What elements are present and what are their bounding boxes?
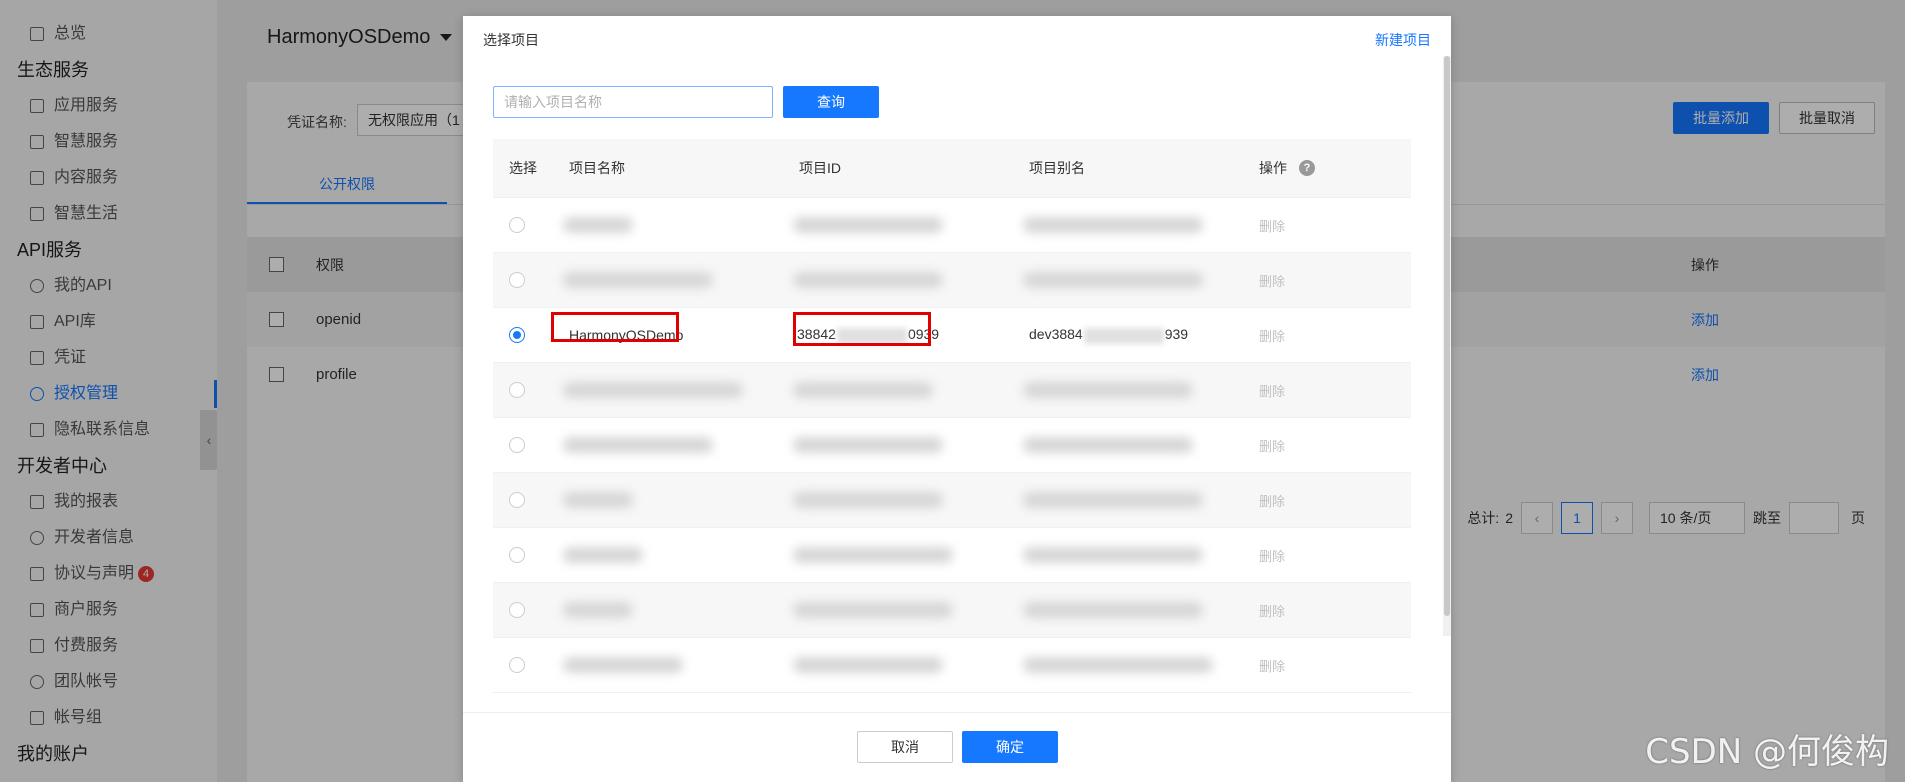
delete-link[interactable]: 删除 <box>1259 326 1285 345</box>
delete-link[interactable]: 删除 <box>1259 656 1285 675</box>
project-alias: dev3884 939 <box>1029 326 1189 344</box>
redacted-project-name <box>563 602 633 618</box>
table-row: 删除 <box>493 583 1411 638</box>
highlight-box-name <box>551 312 679 342</box>
help-icon[interactable]: ? <box>1299 160 1315 176</box>
table-row: 删除 <box>493 418 1411 473</box>
dialog-scrollbar[interactable] <box>1443 56 1451 636</box>
select-project-dialog: 选择项目 新建项目 查询 选择 项目名称 项目ID 项目别名 操作? 删除 删除 <box>463 16 1451 782</box>
dialog-footer: 取消 确定 <box>463 712 1451 782</box>
redacted-project-id <box>793 382 933 398</box>
delete-link[interactable]: 删除 <box>1259 216 1285 235</box>
redacted-project-alias <box>1023 492 1203 508</box>
table-row: 删除 <box>493 198 1411 253</box>
redacted-project-alias <box>1023 382 1193 398</box>
redacted-project-name <box>563 382 743 398</box>
delete-link[interactable]: 删除 <box>1259 436 1285 455</box>
column-project-alias: 项目别名 <box>1029 160 1085 176</box>
redacted-project-name <box>563 217 633 233</box>
redacted-project-alias <box>1023 437 1193 453</box>
dialog-title: 选择项目 <box>483 32 539 48</box>
table-row: 删除 <box>493 638 1411 693</box>
redacted-project-name <box>563 272 713 288</box>
row-radio[interactable] <box>509 657 525 673</box>
delete-link[interactable]: 删除 <box>1259 381 1285 400</box>
redacted-project-alias <box>1023 217 1203 233</box>
table-row: 删除 <box>493 363 1411 418</box>
redacted-project-id <box>793 547 953 563</box>
redacted-project-id <box>793 272 943 288</box>
cancel-button[interactable]: 取消 <box>857 731 953 763</box>
redacted-project-id <box>793 217 943 233</box>
redacted-project-name <box>563 492 633 508</box>
table-header: 选择 项目名称 项目ID 项目别名 操作? <box>493 139 1411 198</box>
redacted-project-id <box>793 657 943 673</box>
redacted-project-alias <box>1023 547 1203 563</box>
watermark: CSDN @何俊构 <box>1645 732 1889 772</box>
redacted-project-id <box>793 602 953 618</box>
redacted-project-id <box>793 492 943 508</box>
row-radio[interactable] <box>509 602 525 618</box>
delete-link[interactable]: 删除 <box>1259 546 1285 565</box>
redacted-alias-segment <box>1083 327 1164 344</box>
redacted-project-name <box>563 437 713 453</box>
row-radio[interactable] <box>509 437 525 453</box>
table-row: 删除 <box>493 528 1411 583</box>
new-project-link[interactable]: 新建项目 <box>1375 30 1431 50</box>
row-radio[interactable] <box>509 382 525 398</box>
redacted-project-id <box>793 437 943 453</box>
row-radio-selected[interactable] <box>509 327 525 343</box>
redacted-project-alias <box>1023 272 1203 288</box>
project-search-input[interactable] <box>493 86 773 118</box>
delete-link[interactable]: 删除 <box>1259 491 1285 510</box>
table-row-selected: HarmonyOSDemo 38842 0939 dev3884 939 删除 <box>493 308 1411 363</box>
redacted-project-name <box>563 657 683 673</box>
project-table: 选择 项目名称 项目ID 项目别名 操作? 删除 删除 HarmonyOSDem… <box>493 139 1411 709</box>
table-row: 删除 <box>493 473 1411 528</box>
delete-link[interactable]: 删除 <box>1259 271 1285 290</box>
row-radio[interactable] <box>509 492 525 508</box>
row-radio[interactable] <box>509 272 525 288</box>
redacted-project-alias <box>1023 657 1213 673</box>
column-project-id: 项目ID <box>799 160 841 176</box>
redacted-project-alias <box>1023 602 1203 618</box>
highlight-box-id <box>793 312 931 346</box>
row-radio[interactable] <box>509 547 525 563</box>
row-radio[interactable] <box>509 217 525 233</box>
column-action: 操作? <box>1259 158 1315 178</box>
table-row: 删除 <box>493 253 1411 308</box>
delete-link[interactable]: 删除 <box>1259 601 1285 620</box>
column-project-name: 项目名称 <box>569 160 625 176</box>
redacted-project-name <box>563 547 643 563</box>
column-select: 选择 <box>509 160 537 176</box>
scrollbar-thumb[interactable] <box>1444 56 1450 616</box>
confirm-button[interactable]: 确定 <box>962 731 1058 763</box>
query-button[interactable]: 查询 <box>783 86 879 118</box>
